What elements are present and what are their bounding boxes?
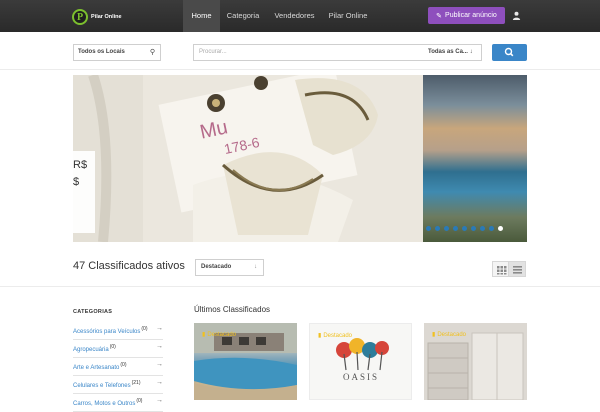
arrow-down-icon: ↓	[254, 264, 257, 270]
category-select[interactable]: Todas as Ca... ↓	[423, 44, 482, 61]
category-count: (0)	[136, 398, 143, 404]
slide-earrings-image[interactable]: Mu 178-6 R$ $	[73, 75, 423, 242]
list-view-button[interactable]	[509, 261, 526, 277]
location-label: Todos os Locais	[78, 49, 125, 55]
listing-card[interactable]: ▮ Destacado	[424, 323, 527, 400]
category-label[interactable]: Acessórios para Veículos	[73, 329, 140, 335]
earrings-photo: Mu 178-6	[73, 75, 423, 242]
slider-dot[interactable]	[444, 226, 449, 231]
featured-label: Destacado	[437, 331, 466, 338]
listing-card[interactable]: OASIS ▮ Destacado	[309, 323, 412, 400]
category-count: (0)	[120, 362, 127, 368]
category-label[interactable]: Carros, Motos e Outros	[73, 401, 135, 407]
category-item[interactable]: Agropecuária(0) →	[73, 340, 163, 358]
search-input[interactable]: Procurar...	[193, 44, 424, 61]
oasis-logo-text: OASIS	[343, 372, 379, 382]
grid-view-button[interactable]	[492, 261, 509, 277]
category-item[interactable]: Acessórios para Veículos(0) →	[73, 322, 163, 340]
featured-badge: ▮ Destacado	[432, 331, 466, 339]
results-count: 47 Classificados ativos	[73, 260, 185, 272]
featured-badge: ▮ Destacado	[318, 332, 352, 340]
arrow-right-icon: →	[156, 379, 163, 386]
map-pin-icon: ⚲	[149, 49, 155, 56]
category-count: (0)	[109, 344, 116, 350]
slider-dot[interactable]	[489, 226, 494, 231]
bookmark-icon: ▮	[432, 332, 436, 338]
edit-icon: ✎	[436, 12, 443, 20]
price-line: R$	[73, 159, 88, 171]
sort-select[interactable]: Destacado ↓	[195, 259, 264, 276]
category-item[interactable]: Arte e Artesanato(0) →	[73, 358, 163, 376]
category-label: Todas as Ca...	[428, 49, 468, 55]
category-label[interactable]: Agropecuária	[73, 347, 109, 353]
logo-p-icon: P	[72, 9, 88, 25]
slide-price-panel: R$ $	[73, 151, 95, 233]
featured-label: Destacado	[207, 331, 236, 338]
nav-categoria[interactable]: Categoria	[220, 0, 266, 32]
location-select[interactable]: Todos os Locais ⚲	[73, 44, 161, 61]
section-divider	[0, 286, 600, 287]
slider-dot-active[interactable]	[498, 226, 503, 231]
arrow-right-icon: →	[156, 361, 163, 368]
category-item[interactable]: Carros, Motos e Outros(0) →	[73, 394, 163, 412]
categories-heading: CATEGORIAS	[73, 309, 113, 315]
publish-ad-button[interactable]: ✎ Publicar anúncio	[428, 7, 505, 24]
arrow-right-icon: →	[156, 397, 163, 404]
search-button[interactable]	[492, 44, 527, 61]
slider-dot[interactable]	[426, 226, 431, 231]
latest-listings-title: Últimos Classificados	[194, 305, 271, 314]
featured-slider[interactable]: Mu 178-6 R$ $	[73, 75, 527, 242]
bookmark-icon: ▮	[202, 332, 206, 338]
category-label[interactable]: Arte e Artesanato	[73, 365, 119, 371]
nav-pilar-online[interactable]: Pilar Online	[323, 0, 373, 32]
slide-pool-image[interactable]	[423, 75, 527, 242]
user-icon[interactable]	[512, 11, 521, 20]
slider-dot[interactable]	[453, 226, 458, 231]
search-bar: Todos os Locais ⚲ Procurar... Todas as C…	[0, 32, 600, 70]
listing-card[interactable]: ▮ Destacado	[194, 323, 297, 400]
nav-vendedores[interactable]: Vendedores	[266, 0, 323, 32]
featured-label: Destacado	[323, 332, 352, 339]
bookmark-icon: ▮	[318, 333, 322, 339]
arrow-right-icon: →	[156, 325, 163, 332]
search-icon	[504, 47, 514, 57]
price-line: $	[73, 176, 80, 188]
category-count: (21)	[131, 380, 141, 386]
slider-dot[interactable]	[480, 226, 485, 231]
slider-dot[interactable]	[471, 226, 476, 231]
featured-badge: ▮ Destacado	[202, 331, 236, 339]
category-label[interactable]: Celulares e Telefones	[73, 383, 131, 389]
sort-label: Destacado	[201, 264, 232, 270]
logo-text: Pilar Online	[91, 14, 122, 20]
slider-dot[interactable]	[462, 226, 467, 231]
category-item[interactable]: Celulares e Telefones(21) →	[73, 376, 163, 394]
nav-home[interactable]: Home	[183, 0, 220, 32]
slider-dot[interactable]	[435, 226, 440, 231]
category-count: (0)	[141, 326, 148, 332]
arrow-down-icon: ↓	[469, 49, 473, 55]
list-icon	[513, 266, 522, 274]
publish-label: Publicar anúncio	[445, 12, 497, 19]
arrow-right-icon: →	[156, 343, 163, 350]
slider-dots	[426, 226, 503, 231]
grid-icon	[497, 266, 507, 275]
site-logo[interactable]: P Pilar Online	[72, 9, 122, 25]
top-navbar: P Pilar Online Home Categoria Vendedores…	[0, 0, 600, 32]
